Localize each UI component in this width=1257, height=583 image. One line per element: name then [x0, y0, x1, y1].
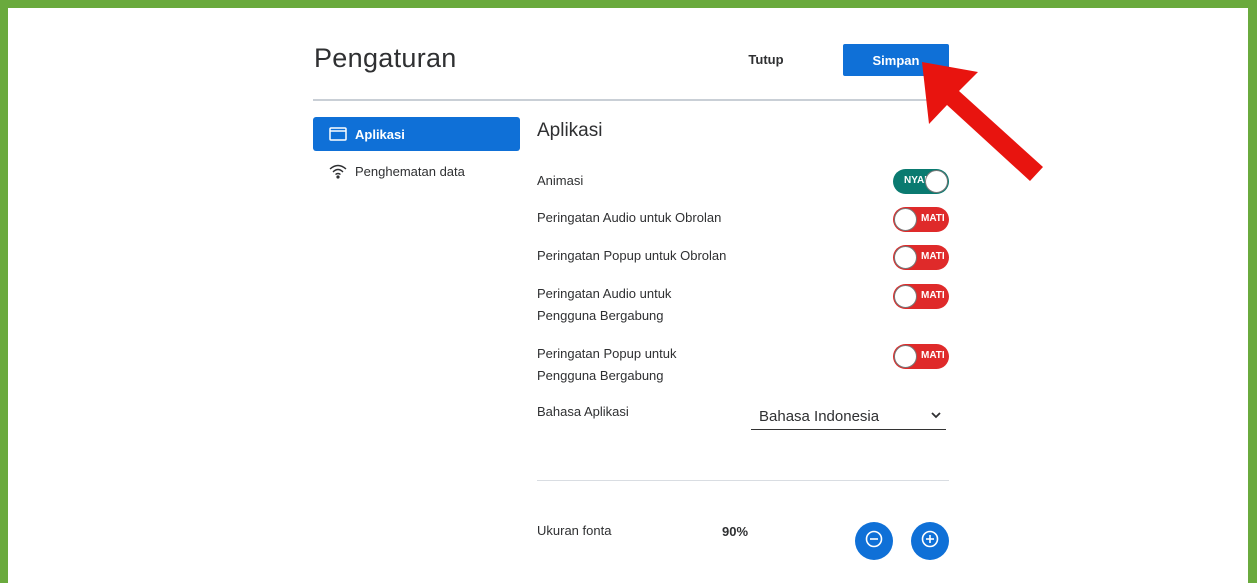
sidebar-item-penghematan-data[interactable]: Penghematan data: [313, 154, 520, 188]
section-divider: [537, 480, 949, 481]
chevron-down-icon: [930, 408, 942, 425]
sidebar-item-aplikasi[interactable]: Aplikasi: [313, 117, 520, 151]
setting-label-audio-bergabung: Peringatan Audio untuk Pengguna Bergabun…: [537, 286, 672, 323]
page-title: Pengaturan: [314, 43, 457, 73]
plus-circle-icon: [921, 530, 939, 553]
toggle-popup-obrolan[interactable]: MATI: [893, 245, 949, 270]
wifi-icon: [329, 163, 347, 179]
toggle-knob: [925, 170, 948, 193]
toggle-knob: [894, 285, 917, 308]
save-button[interactable]: Simpan: [843, 44, 949, 76]
header-divider: [313, 99, 950, 101]
language-label: Bahasa Aplikasi: [537, 404, 629, 419]
setting-label-popup-bergabung: Peringatan Popup untuk Pengguna Bergabun…: [537, 346, 677, 383]
toggle-knob: [894, 345, 917, 368]
minus-circle-icon: [865, 530, 883, 553]
font-size-value: 90%: [722, 524, 749, 539]
toggle-popup-bergabung[interactable]: MATI: [893, 344, 949, 369]
setting-label-audio-obrolan: Peringatan Audio untuk Obrolan: [537, 210, 722, 225]
toggle-audio-obrolan[interactable]: MATI: [893, 207, 949, 232]
font-size-label: Ukuran fonta: [537, 523, 612, 538]
toggle-audio-bergabung[interactable]: MATI: [893, 284, 949, 309]
setting-label-popup-obrolan: Peringatan Popup untuk Obrolan: [537, 248, 727, 263]
toggle-knob: [894, 246, 917, 269]
window-icon: [329, 126, 347, 142]
sidebar-item-label: Aplikasi: [355, 126, 405, 142]
close-button[interactable]: Tutup: [736, 52, 796, 70]
setting-label-animasi: Animasi: [537, 173, 584, 188]
language-select[interactable]: Bahasa Indonesia: [751, 402, 946, 430]
sidebar-item-label: Penghematan data: [355, 163, 465, 179]
section-title: Aplikasi: [537, 120, 603, 141]
increase-font-button[interactable]: [911, 522, 949, 560]
toggle-animasi[interactable]: NYALA: [893, 169, 949, 194]
decrease-font-button[interactable]: [855, 522, 893, 560]
toggle-knob: [894, 208, 917, 231]
